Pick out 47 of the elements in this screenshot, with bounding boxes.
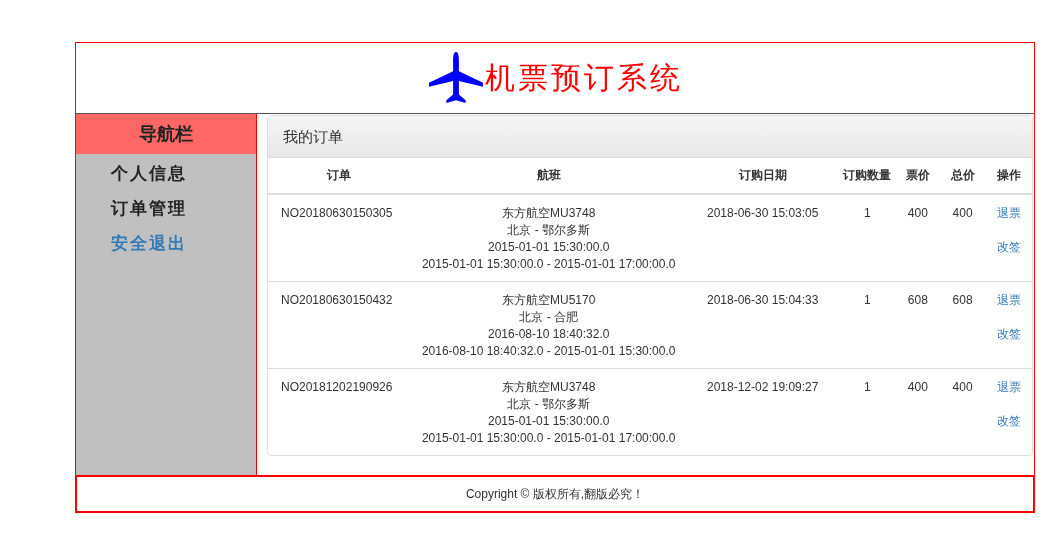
price-cell: 400 (897, 194, 939, 282)
column-header: 操作 (986, 158, 1032, 194)
flight-info-line: 2016-08-10 18:40:32.0 - 2015-01-01 15:30:00.0 (420, 343, 677, 360)
column-header: 总价 (938, 158, 987, 194)
order-date-cell: 2018-12-02 19:09:27 (687, 368, 838, 455)
nav-item[interactable]: 订单管理 (111, 198, 187, 218)
quantity-cell: 1 (837, 194, 897, 282)
airplane-icon (427, 50, 485, 106)
column-header: 航班 (409, 158, 688, 194)
action-link[interactable]: 退票 (991, 292, 1027, 309)
quantity-cell: 1 (837, 281, 897, 369)
total-cell: 608 (938, 281, 987, 369)
column-header: 订购数量 (837, 158, 897, 194)
flight-info-line: 东方航空MU3748 (501, 379, 597, 396)
total-cell: 400 (938, 368, 987, 455)
flight-info-line: 北京 - 鄂尔多斯 (506, 396, 592, 413)
nav-item[interactable]: 个人信息 (111, 163, 187, 183)
action-link[interactable]: 退票 (991, 379, 1027, 396)
order-date-cell: 2018-06-30 15:04:33 (687, 281, 838, 369)
panel-header: 我的订单 (268, 116, 1032, 158)
price-cell: 400 (897, 368, 939, 455)
column-header: 订购日期 (687, 158, 838, 194)
column-header: 票价 (897, 158, 939, 194)
action-link[interactable]: 退票 (991, 205, 1027, 222)
action-link[interactable]: 改签 (991, 239, 1027, 256)
flight-info-line: 2015-01-01 15:30:00.0 (486, 413, 611, 430)
quantity-cell: 1 (837, 368, 897, 455)
flight-info-line: 2015-01-01 15:30:00.0 - 2015-01-01 17:00:00.0 (420, 430, 677, 447)
flight-info-line: 2015-01-01 15:30:00.0 - 2015-01-01 17:00:00.0 (420, 256, 677, 273)
price-cell: 608 (897, 281, 939, 369)
copyright-text: Copyright © 版权所有,翻版必究！ (465, 485, 645, 503)
flight-info-line: 北京 - 鄂尔多斯 (506, 222, 592, 239)
action-link[interactable]: 改签 (991, 413, 1027, 430)
action-link[interactable]: 改签 (991, 326, 1027, 343)
flight-info-line: 东方航空MU3748 (501, 205, 597, 222)
flight-info-line: 东方航空MU5170 (501, 292, 597, 309)
total-cell: 400 (938, 194, 987, 282)
order-date-cell: 2018-06-30 15:03:05 (687, 194, 838, 282)
flight-info-line: 2015-01-01 15:30:00.0 (486, 239, 611, 256)
order-number-cell: NO20180630150432 (268, 281, 410, 369)
sidebar-title: 导航栏 (76, 114, 256, 154)
order-number-cell: NO20180630150305 (268, 194, 410, 282)
flight-info-line: 北京 - 合肥 (518, 309, 580, 326)
flight-info-line: 2016-08-10 18:40:32.0 (486, 326, 611, 343)
app-title: 机票预订系统 (485, 58, 683, 97)
column-header: 订单 (268, 158, 410, 194)
order-number-cell: NO20181202190926 (268, 368, 410, 455)
